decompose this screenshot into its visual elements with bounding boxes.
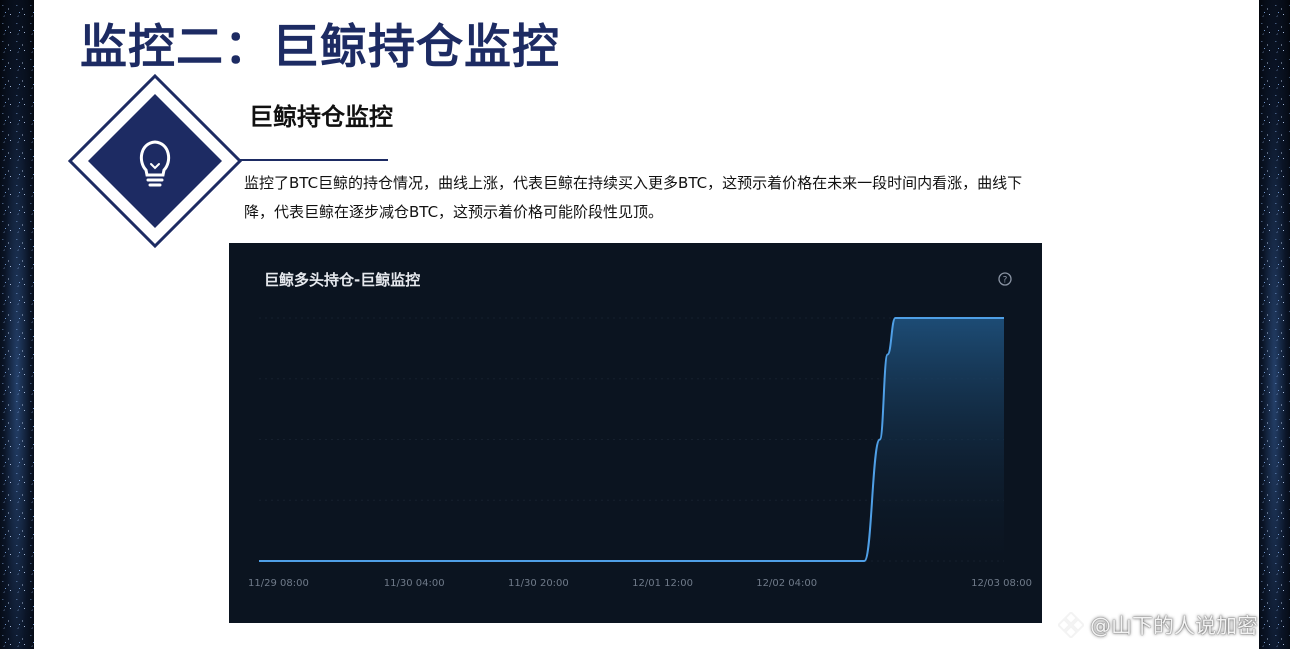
help-icon[interactable]: ? xyxy=(998,272,1012,286)
slide: 监控二：巨鲸持仓监控 巨鲸持仓监控 监控了BTC巨鲸的持仓情况，曲线上涨，代表巨… xyxy=(34,0,1259,649)
slide-title: 监控二：巨鲸持仓监控 xyxy=(80,20,560,75)
whale-position-chart: 巨鲸多头持仓-巨鲸监控 ? 11/29 08:00 11/30 04:00 11/3… xyxy=(248,271,1032,589)
binance-logo-icon xyxy=(1058,612,1084,638)
chart-panel: 巨鲸多头持仓-巨鲸监控 ? 11/29 08:00 11/30 04:00 11/3… xyxy=(229,243,1042,623)
x-tick-label: 12/03 08:00 xyxy=(971,578,1032,589)
chart-title: 巨鲸多头持仓-巨鲸监控 xyxy=(264,271,420,289)
watermark: @山下的人说加密 xyxy=(1058,610,1258,640)
watermark-text: @山下的人说加密 xyxy=(1090,614,1258,638)
section-heading: 巨鲸持仓监控 xyxy=(249,103,393,131)
description-text: 监控了BTC巨鲸的持仓情况，曲线上涨，代表巨鲸在持续买入更多BTC，这预示着价格… xyxy=(244,174,1023,221)
x-tick-label: 11/30 20:00 xyxy=(508,578,569,589)
x-tick-label: 11/29 08:00 xyxy=(248,578,309,589)
x-tick-label: 11/30 04:00 xyxy=(384,578,445,589)
left-background-strip xyxy=(0,0,34,649)
svg-text:?: ? xyxy=(1003,276,1008,286)
right-background-strip xyxy=(1259,0,1290,649)
x-tick-label: 12/02 04:00 xyxy=(756,578,817,589)
x-tick-label: 12/01 12:00 xyxy=(632,578,693,589)
